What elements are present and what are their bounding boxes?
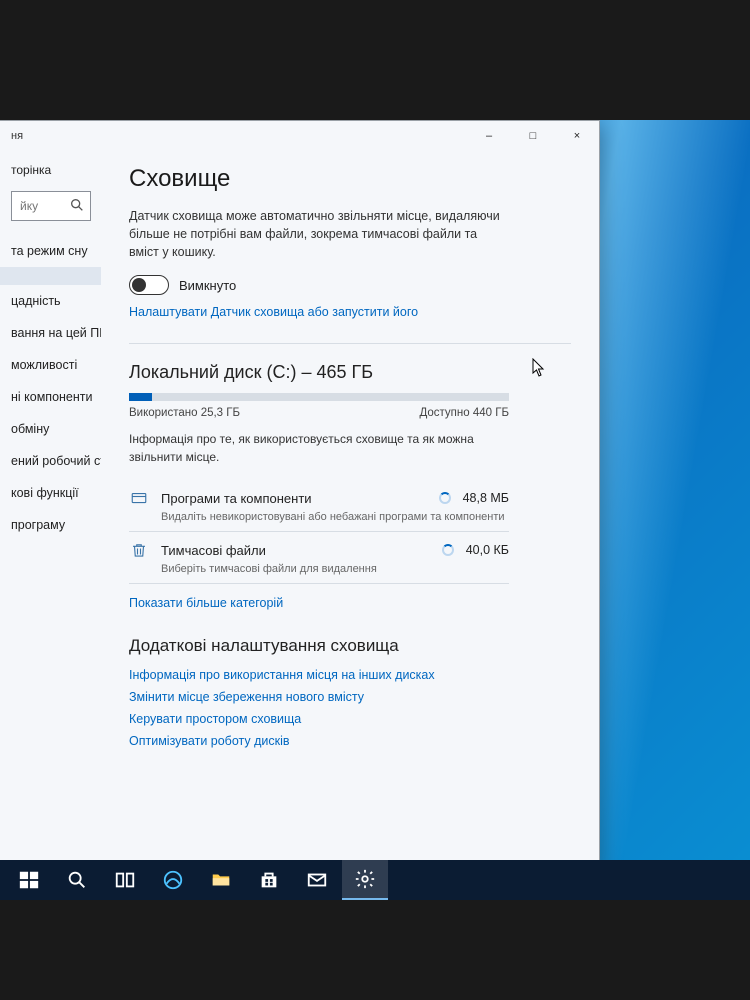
sidebar-item[interactable]: кові функції [0,477,101,509]
category-subtext: Видаліть невикористовувані або небажані … [129,511,509,523]
content-pane: Сховище Датчик сховища може автоматично … [101,151,599,869]
disk-used-label: Використано 25,3 ГБ [129,407,240,419]
sidebar-item[interactable]: вання на цей ПК [0,317,101,349]
category-name: Програми та компоненти [161,491,421,506]
disk-usage-fill [129,393,152,401]
sidebar-item[interactable]: програму [0,509,101,541]
home-link[interactable]: торінка [0,157,101,187]
minimize-button[interactable]: – [467,121,511,151]
change-save-location-link[interactable]: Змінити місце збереження нового вмісту [129,690,571,704]
taskbar-pinned-app[interactable] [150,860,196,900]
sidebar-item[interactable]: ений робочий стіл [0,445,101,477]
other-drives-link[interactable]: Інформація про використання місця на інш… [129,668,571,682]
category-subtext: Виберіть тимчасові файли для видалення [129,563,509,575]
more-settings-heading: Додаткові налаштування сховища [129,636,571,656]
optimize-drives-link[interactable]: Оптимізувати роботу дисків [129,734,571,748]
page-title: Сховище [129,165,571,193]
storage-sense-description: Датчик сховища може автоматично звільнят… [129,207,509,261]
window-title: ня [0,130,467,142]
close-button[interactable]: × [555,121,599,151]
disk-title: Локальний диск (C:) – 465 ГБ [129,362,571,383]
disk-usage-bar [129,393,509,401]
titlebar: ня – □ × [0,121,599,151]
sidebar-item[interactable]: та режим сну [0,235,101,267]
divider [129,343,571,344]
taskbar-search-button[interactable] [54,860,100,900]
loading-spinner-icon [442,544,454,556]
settings-window: ня – □ × торінка та режим сну [0,120,600,870]
configure-storage-sense-link[interactable]: Налаштувати Датчик сховища або запустити… [129,305,418,319]
sidebar: торінка та режим сну цадність вання на ц… [0,151,101,869]
category-temp-files[interactable]: Тимчасові файли 40,0 КБ Виберіть тимчасо… [129,532,509,584]
file-explorer-button[interactable] [198,860,244,900]
taskbar [0,860,750,900]
maximize-button[interactable]: □ [511,121,555,151]
usage-hint: Інформація про те, як використовується с… [129,431,509,466]
sidebar-item[interactable]: цадність [0,285,101,317]
storage-sense-toggle[interactable] [129,275,169,295]
microsoft-store-button[interactable] [246,860,292,900]
mail-button[interactable] [294,860,340,900]
sidebar-item-storage[interactable] [0,267,101,285]
settings-button[interactable] [342,860,388,900]
toggle-state-label: Вимкнуто [179,278,236,293]
category-size: 48,8 МБ [463,491,509,505]
task-view-button[interactable] [102,860,148,900]
category-name: Тимчасові файли [161,543,424,558]
category-size: 40,0 КБ [466,543,509,557]
category-apps[interactable]: Програми та компоненти 48,8 МБ Видаліть … [129,480,509,532]
disk-free-label: Доступно 440 ГБ [419,407,509,419]
loading-spinner-icon [439,492,451,504]
apps-icon [129,488,149,508]
manage-storage-spaces-link[interactable]: Керувати простором сховища [129,712,571,726]
sidebar-item[interactable]: ні компоненти [0,381,101,413]
sidebar-item[interactable]: обміну [0,413,101,445]
show-more-categories-link[interactable]: Показати більше категорій [129,596,283,610]
search-input[interactable] [11,191,91,221]
start-button[interactable] [6,860,52,900]
trash-icon [129,540,149,560]
sidebar-item[interactable]: можливості [0,349,101,381]
